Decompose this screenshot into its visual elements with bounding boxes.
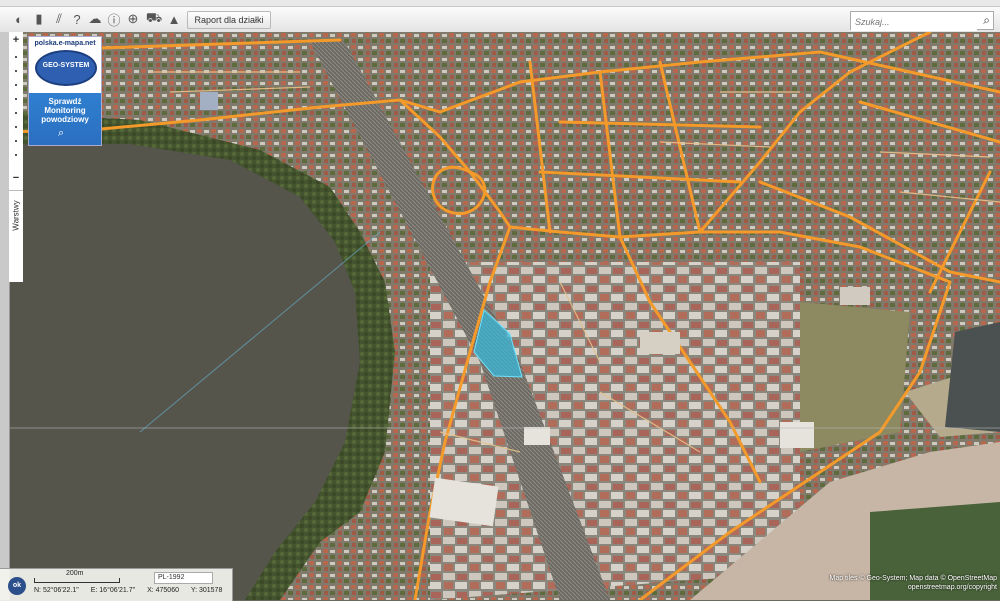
zoom-step[interactable] (15, 70, 17, 72)
layers-tab-label: Warstwy (11, 200, 21, 231)
zoom-step[interactable] (15, 84, 17, 86)
x-coordinate: X: 475060 (147, 587, 179, 594)
zoom-in-button[interactable]: + (9, 34, 23, 46)
scale-bar (34, 578, 120, 583)
magnifier-icon: ⌕ (58, 127, 65, 139)
zoom-out-button[interactable]: − (9, 172, 23, 184)
flood-monitoring-link[interactable]: Sprawdź Monitoring powodziowy (29, 97, 101, 124)
zoom-rail[interactable]: + − (9, 32, 23, 282)
geo-system-logo: GEO-SYSTEM (35, 50, 97, 86)
logo-text: GEO-SYSTEM (42, 62, 90, 69)
promo-line: powodziowy (41, 115, 89, 124)
zoom-tool-icon[interactable]: ⊕ (124, 10, 142, 28)
report-button[interactable]: Raport dla działki (187, 11, 271, 29)
search-box[interactable]: ⌕ (850, 11, 994, 31)
search-input[interactable] (851, 13, 977, 31)
projection-select[interactable]: PL-1992 (154, 572, 213, 584)
brand-panel[interactable]: polska.e-mapa.net GEO-SYSTEM Sprawdź Mon… (28, 36, 102, 146)
map-canvas[interactable] (0, 32, 1000, 600)
search-icon[interactable]: ⌕ (983, 13, 990, 28)
attribution-link[interactable]: openstreetmap.org/copyright (830, 583, 997, 592)
bookmarks-bar (0, 0, 1000, 7)
longitude: E: 16°06'21.7" (90, 587, 136, 594)
zoom-step[interactable] (15, 112, 17, 114)
zoom-step[interactable] (15, 98, 17, 100)
layers-tab[interactable]: Warstwy (9, 190, 23, 243)
zoom-step[interactable] (15, 56, 17, 58)
coordinates-readout: N: 52°06'22.1" E: 16°06'21.7" X: 475060 … (34, 587, 232, 594)
attribution-line: Map tiles © Geo-System; Map data © OpenS… (829, 575, 998, 582)
warning-icon[interactable]: ▲ (165, 10, 183, 28)
globe-icon[interactable]: ◐ (10, 10, 28, 28)
brand-url[interactable]: polska.e-mapa.net (29, 40, 101, 47)
slashes-icon[interactable]: ⫽ (50, 10, 68, 28)
zoom-step[interactable] (15, 154, 17, 156)
cloud-icon[interactable]: ☁ (86, 10, 104, 28)
promo-line: Monitoring (44, 106, 86, 115)
info-icon[interactable]: ⓘ (105, 10, 123, 28)
status-bar: ok 200m PL-1992 N: 52°06'22.1" E: 16°06'… (0, 568, 233, 601)
scale-label: 200m (66, 570, 84, 577)
zoom-step[interactable] (15, 126, 17, 128)
zoom-step[interactable] (15, 140, 17, 142)
y-coordinate: Y: 301578 (190, 587, 223, 594)
help-icon[interactable]: ? (68, 10, 86, 28)
map-aerial (0, 32, 1000, 600)
toolbar: ◐ ▮ ⫽ ? ☁ ⓘ ⊕ ⛟ ▲ Raport dla działki ⌕ (0, 7, 1000, 33)
chat-icon[interactable]: ▮ (30, 10, 48, 28)
promo-line: Sprawdź (48, 97, 82, 106)
map-attribution: Map tiles © Geo-System; Map data © OpenS… (830, 574, 998, 592)
latitude: N: 52°06'22.1" (34, 587, 79, 594)
ok-button[interactable]: ok (8, 577, 26, 595)
cart-icon[interactable]: ⛟ (145, 10, 163, 28)
